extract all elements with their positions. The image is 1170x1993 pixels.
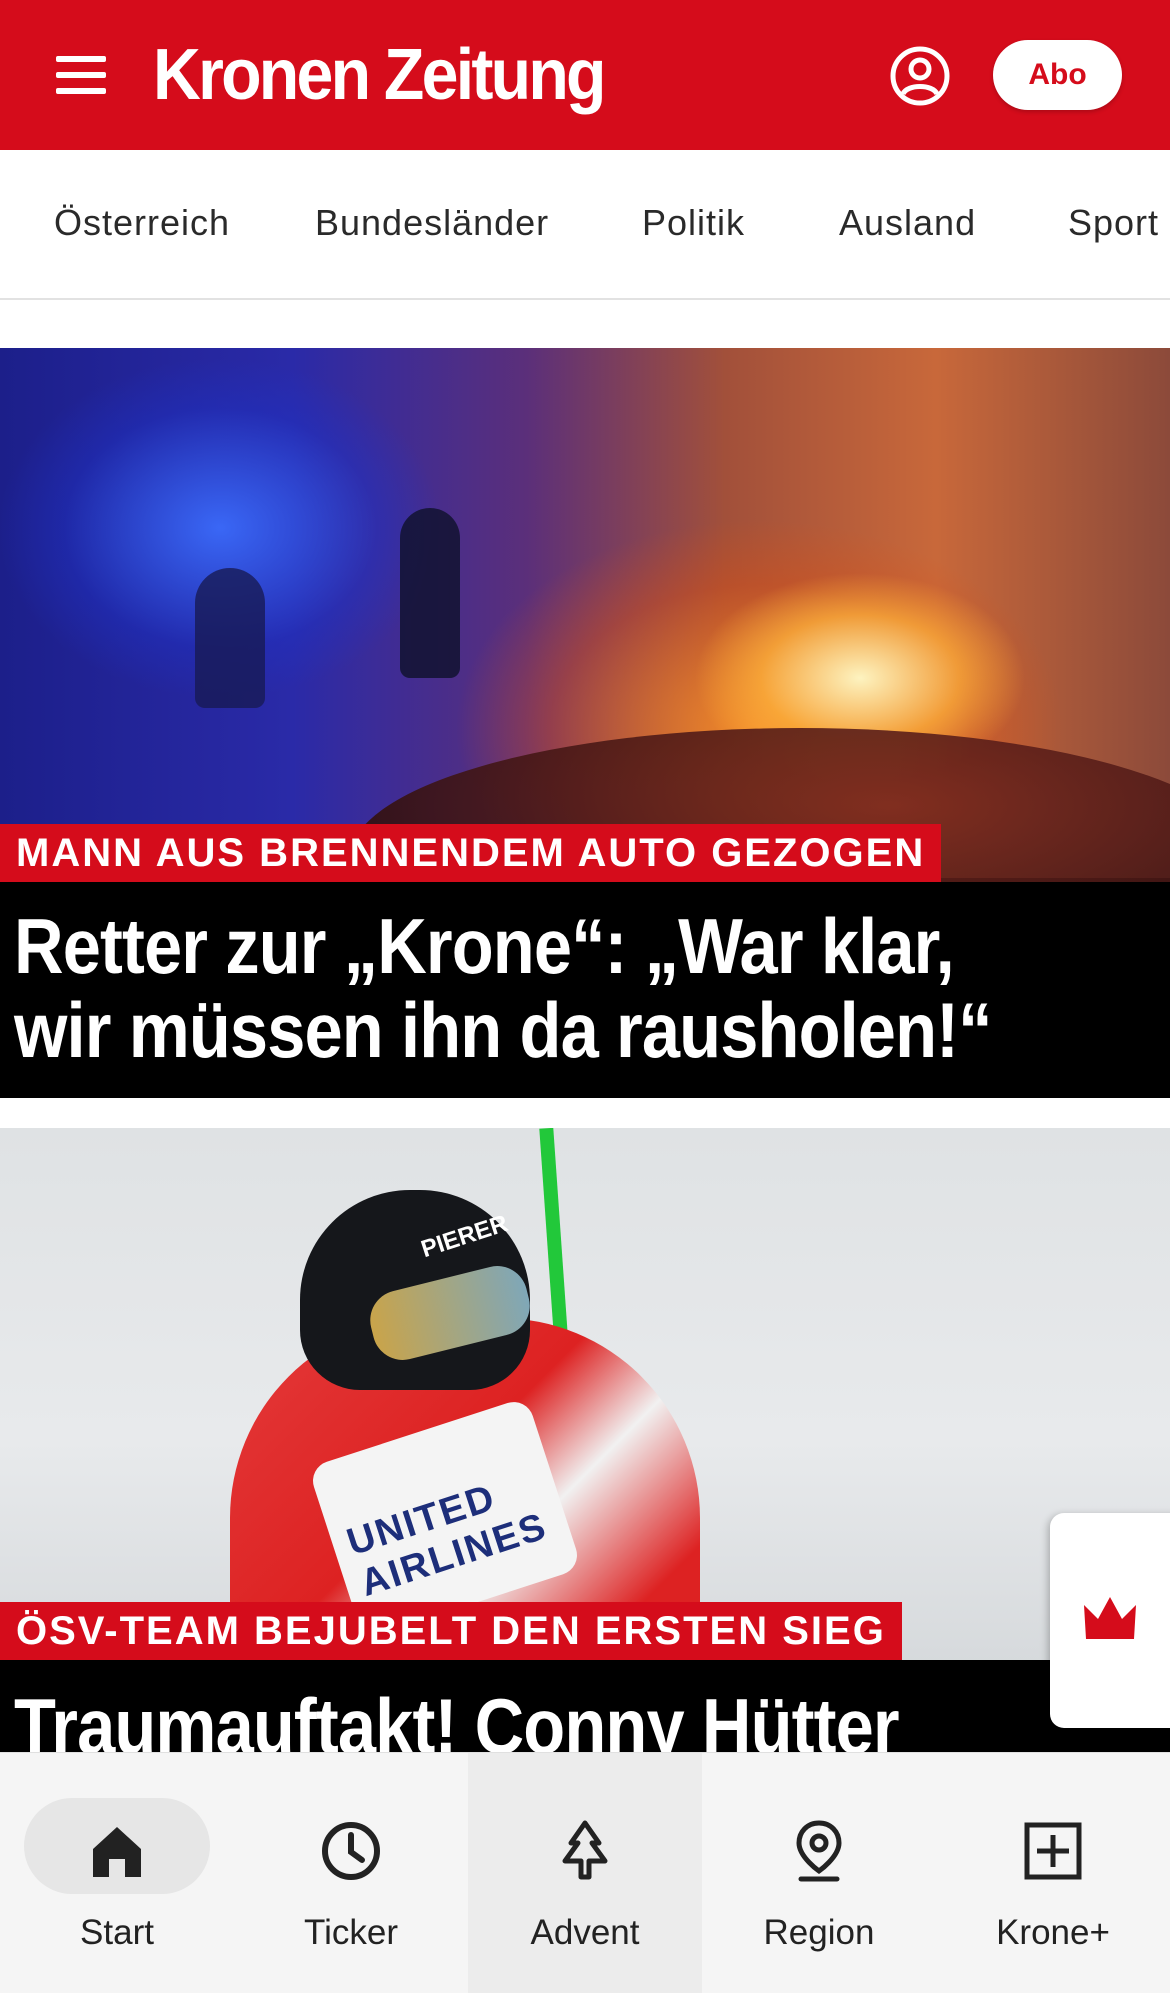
logo[interactable]: Kronen Zeitung xyxy=(153,30,607,120)
nav-ticker[interactable]: Ticker xyxy=(234,1753,468,1993)
account-icon[interactable] xyxy=(889,45,951,107)
nav-krone-plus[interactable]: Krone+ xyxy=(936,1753,1170,1993)
plus-box-icon xyxy=(1024,1822,1082,1880)
nav-region[interactable]: Region xyxy=(702,1753,936,1993)
headline-line: wir müssen ihn da rausholen!“ xyxy=(14,986,992,1074)
krone-plus-floating-button[interactable] xyxy=(1050,1513,1170,1728)
nav-label: Advent xyxy=(530,1913,640,1952)
article-card-1[interactable]: MANN AUS BRENNENDEM AUTO GEZOGEN Retter … xyxy=(0,348,1170,1098)
tab-ausland[interactable]: Ausland xyxy=(839,202,976,244)
tree-icon xyxy=(562,1820,608,1880)
nav-label: Ticker xyxy=(304,1913,398,1952)
category-nav: Österreich Bundesländer Politik Ausland … xyxy=(0,150,1170,300)
article-headline: Retter zur „Krone“: „War klar, wir müsse… xyxy=(14,904,1149,1072)
article-card-2[interactable]: UNITED AIRLINES PIERER ÖSV-TEAM BEJUBELT… xyxy=(0,1128,1170,1752)
clock-icon xyxy=(322,1822,380,1880)
bottom-navigation: Start Ticker Advent Region Krone+ xyxy=(0,1752,1170,1993)
article-kicker: MANN AUS BRENNENDEM AUTO GEZOGEN xyxy=(0,824,942,882)
abo-button[interactable]: Abo xyxy=(993,40,1122,110)
crown-icon xyxy=(1084,1597,1136,1639)
article-headline: Traumauftakt! Conny Hütter xyxy=(14,1684,1149,1752)
tab-politik[interactable]: Politik xyxy=(642,202,745,244)
nav-label: Krone+ xyxy=(996,1913,1110,1952)
nav-advent[interactable]: Advent xyxy=(468,1753,702,1993)
nav-label: Region xyxy=(763,1913,875,1952)
nav-start[interactable]: Start xyxy=(0,1753,234,1993)
headline-line: Retter zur „Krone“: „War klar, xyxy=(14,902,955,990)
menu-icon[interactable] xyxy=(50,52,112,98)
image-detail xyxy=(400,508,460,678)
location-pin-icon xyxy=(796,1820,842,1882)
app-header: Kronen Zeitung Abo xyxy=(0,0,1170,150)
headline-line: Traumauftakt! Conny Hütter xyxy=(14,1682,900,1752)
image-detail xyxy=(195,568,265,708)
home-icon xyxy=(93,1827,141,1877)
tab-oesterreich[interactable]: Österreich xyxy=(54,202,230,244)
article-kicker: ÖSV-TEAM BEJUBELT DEN ERSTEN SIEG xyxy=(0,1602,902,1660)
tab-bundeslaender[interactable]: Bundesländer xyxy=(315,202,549,244)
nav-label: Start xyxy=(80,1913,154,1952)
tab-sport[interactable]: Sport xyxy=(1068,202,1159,244)
